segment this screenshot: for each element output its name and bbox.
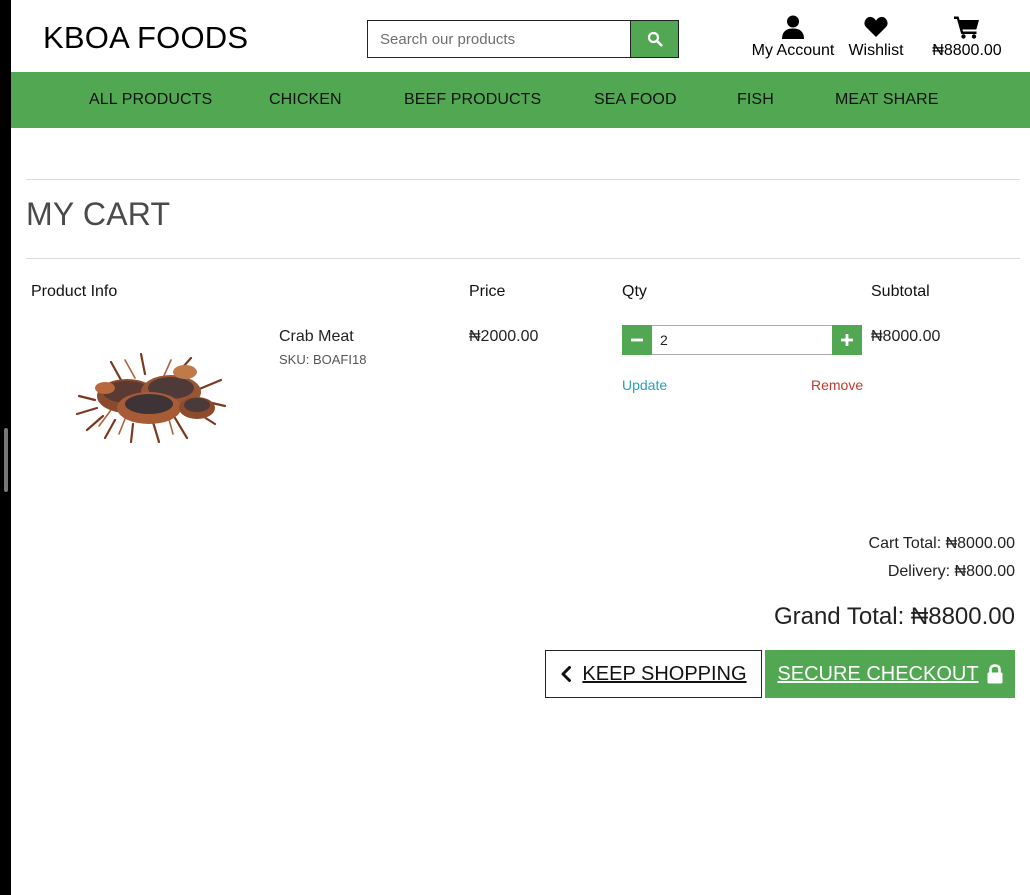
- secure-checkout-button[interactable]: SECURE CHECKOUT: [765, 650, 1015, 698]
- quantity-input[interactable]: [652, 325, 832, 355]
- lock-icon: [987, 664, 1003, 684]
- column-header-subtotal: Subtotal: [871, 283, 930, 300]
- increment-button[interactable]: [832, 325, 862, 355]
- bag-total: ₦8800.00: [932, 42, 1002, 59]
- search-form: [367, 20, 679, 58]
- resize-handle[interactable]: [4, 428, 8, 492]
- product-subtotal: ₦8000.00: [871, 328, 941, 345]
- shopping-cart-icon: [954, 14, 980, 40]
- chevron-left-icon: [561, 666, 572, 682]
- my-account-link[interactable]: My Account: [749, 14, 837, 60]
- heart-icon: [864, 14, 888, 40]
- nav-meat-share[interactable]: MEAT SHARE: [835, 91, 939, 109]
- wishlist-label: Wishlist: [848, 42, 904, 59]
- nav-beef-products[interactable]: BEEF PRODUCTS: [404, 91, 541, 109]
- nav-sea-food[interactable]: SEA FOOD: [594, 91, 677, 109]
- search-icon: [647, 31, 662, 47]
- remove-link[interactable]: Remove: [811, 377, 863, 393]
- product-name[interactable]: Crab Meat: [279, 328, 354, 346]
- wishlist-link[interactable]: Wishlist: [841, 14, 911, 60]
- product-price: ₦2000.00: [469, 328, 539, 345]
- brand-logo[interactable]: KBOA FOODS: [43, 20, 248, 56]
- page-title: MY CART: [26, 196, 171, 232]
- plus-icon: [841, 334, 853, 346]
- user-icon: [782, 14, 804, 40]
- column-header-product-info: Product Info: [31, 283, 118, 300]
- nav-chicken[interactable]: CHICKEN: [269, 91, 342, 109]
- column-header-qty: Qty: [622, 283, 647, 300]
- column-header-price: Price: [469, 283, 506, 300]
- keep-shopping-button[interactable]: KEEP SHOPPING: [545, 650, 762, 698]
- decrement-button[interactable]: [622, 325, 652, 355]
- nav-all-products[interactable]: ALL PRODUCTS: [89, 91, 212, 109]
- nav-fish[interactable]: FISH: [737, 91, 774, 109]
- product-sku: SKU: BOAFI18: [279, 352, 367, 367]
- divider: [26, 179, 1020, 180]
- delivery-cost: Delivery: ₦800.00: [887, 563, 1015, 580]
- quantity-stepper: [622, 325, 862, 355]
- page: KBOA FOODS My Account: [11, 0, 1030, 895]
- minus-icon: [631, 338, 643, 342]
- site-header: KBOA FOODS My Account: [11, 0, 1030, 72]
- keep-shopping-label: KEEP SHOPPING: [582, 662, 747, 685]
- product-image[interactable]: [75, 348, 231, 446]
- shopping-bag-link[interactable]: ₦8800.00: [927, 14, 1007, 60]
- divider: [26, 258, 1020, 259]
- main-navigation: ALL PRODUCTS CHICKEN BEEF PRODUCTS SEA F…: [11, 72, 1030, 128]
- window-edge: [0, 0, 11, 895]
- update-link[interactable]: Update: [622, 377, 667, 393]
- search-input[interactable]: [367, 20, 630, 58]
- secure-checkout-label: SECURE CHECKOUT: [777, 662, 979, 685]
- my-account-label: My Account: [751, 42, 835, 59]
- grand-total: Grand Total: ₦8800.00: [773, 603, 1015, 630]
- search-button[interactable]: [630, 20, 679, 58]
- cart-total: Cart Total: ₦8000.00: [868, 535, 1015, 552]
